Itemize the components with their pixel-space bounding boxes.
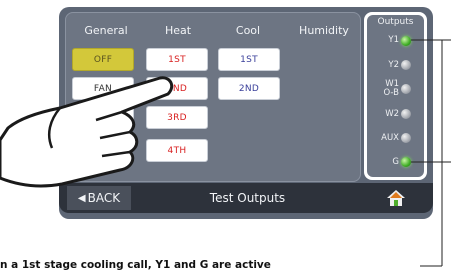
pointing-hand-icon	[0, 76, 174, 188]
caption-text: n a 1st stage cooling call, Y1 and G are…	[0, 259, 271, 271]
